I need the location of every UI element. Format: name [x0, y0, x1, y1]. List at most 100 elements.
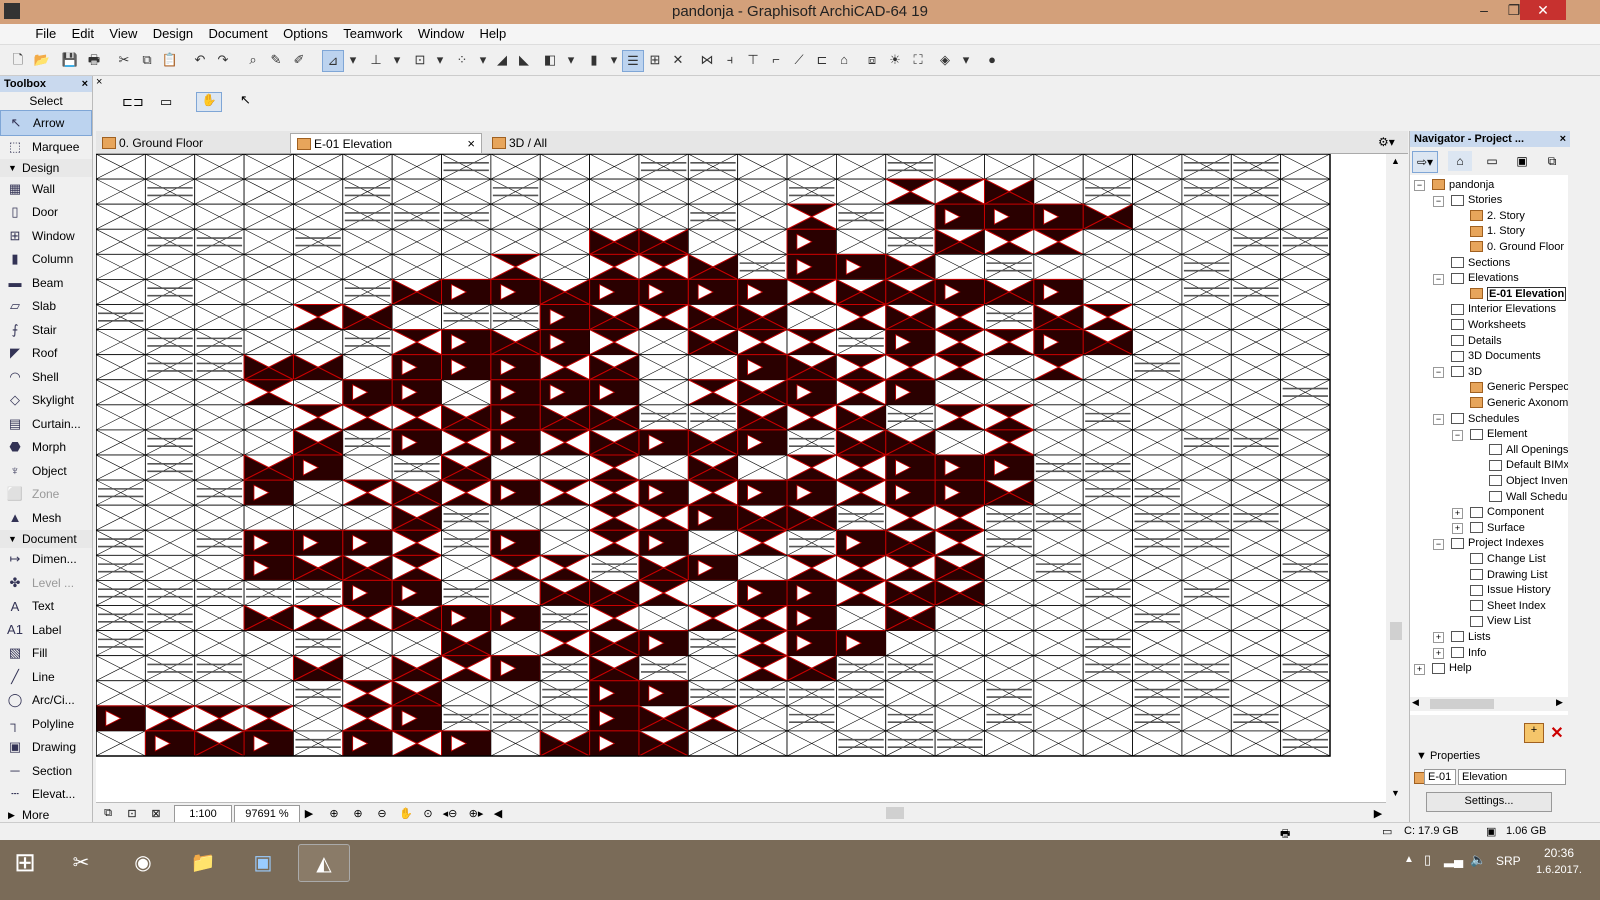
tree-node[interactable]: + Surface — [1452, 520, 1525, 535]
menu-design[interactable]: Design — [147, 24, 199, 43]
tree-node[interactable]: − pandonja — [1414, 177, 1494, 192]
tree-node[interactable]: − 3D — [1433, 364, 1482, 379]
zoom-out-icon[interactable]: ⊖ — [372, 805, 392, 821]
tree-node[interactable]: Sheet Index — [1470, 598, 1546, 613]
info-box-close-icon[interactable]: × — [96, 76, 102, 88]
tree-node[interactable]: Interior Elevations — [1451, 302, 1556, 317]
fillet-icon[interactable]: ⌐ — [766, 50, 786, 70]
adjust-icon[interactable]: ⫞ — [720, 50, 740, 70]
tree-collapse-icon[interactable]: − — [1433, 414, 1444, 425]
tool-stair[interactable]: ⨍ Stair — [0, 318, 92, 342]
network-icon[interactable]: ▂▄ — [1444, 852, 1463, 868]
scroll-down-icon[interactable]: ▼ — [1391, 788, 1400, 798]
eyedropper-icon[interactable]: ✎ — [266, 50, 286, 70]
minimize-button[interactable]: – — [1470, 0, 1498, 20]
zoom-area-icon[interactable]: ⊕ — [324, 805, 344, 821]
navigator-popup-icon[interactable]: ⇨▾ — [1412, 151, 1438, 173]
tab-ground-floor[interactable]: 0. Ground Floor — [96, 133, 288, 153]
tree-node[interactable]: Generic Axonom — [1470, 395, 1568, 410]
undo-icon[interactable]: ↶ — [190, 50, 210, 70]
power-icon[interactable]: ▯ — [1424, 852, 1431, 868]
scroll-up-icon[interactable]: ▲ — [1391, 156, 1400, 166]
dropdown-icon[interactable]: ▾ — [387, 50, 407, 70]
tree-node[interactable]: All Openings — [1489, 442, 1568, 457]
3d-explore-icon[interactable]: ⛶ — [908, 50, 928, 70]
tool-column[interactable]: ▮ Column — [0, 248, 92, 272]
fit-in-window-icon[interactable]: ⊙ — [418, 805, 438, 821]
pen-set-view-icon[interactable]: ⊠ — [146, 805, 166, 821]
dropdown-icon[interactable]: ▾ — [473, 50, 493, 70]
close-trace-icon[interactable]: ✕ — [668, 50, 688, 70]
tree-node[interactable]: − Element — [1452, 427, 1527, 442]
properties-toggle[interactable]: ▼ Properties — [1416, 750, 1480, 762]
pen-icon[interactable]: ◣ — [514, 50, 534, 70]
publisher-sets-icon[interactable]: ⧉ — [1540, 151, 1564, 171]
zoom-menu-icon[interactable]: ▶ — [302, 805, 316, 821]
archicad-taskbar-icon[interactable]: ◭ — [298, 844, 350, 882]
new-file-icon[interactable]: 🗋 — [8, 50, 28, 70]
model-view-icon[interactable]: ⊡ — [122, 805, 142, 821]
clock-date[interactable]: 1.6.2017. — [1536, 864, 1582, 876]
dropdown-icon[interactable]: ▾ — [430, 50, 450, 70]
windows-start-icon[interactable]: ⊞ — [2, 844, 48, 880]
tree-node[interactable]: + Component — [1452, 505, 1544, 520]
tool-mesh[interactable]: ▲ Mesh — [0, 506, 92, 530]
intersect-icon[interactable]: ⊤ — [743, 50, 763, 70]
open-file-icon[interactable]: 📂 — [32, 50, 52, 70]
navigator-close-icon[interactable]: × — [1560, 131, 1566, 147]
navigator-header[interactable]: Navigator - Project ... × — [1410, 131, 1570, 147]
pen-set-icon[interactable]: ▮ — [584, 50, 604, 70]
tool-line[interactable]: ╱ Line — [0, 665, 92, 689]
file-explorer-icon[interactable]: 📁 — [178, 844, 228, 880]
next-zoom-icon[interactable]: ⊕▸ — [466, 805, 486, 821]
toolbox-close-icon[interactable]: × — [82, 76, 88, 92]
tool-fill[interactable]: ▧ Fill — [0, 642, 92, 666]
view-id-field[interactable]: E-01 — [1424, 769, 1456, 785]
show-hidden-icons[interactable]: ▲ — [1404, 854, 1414, 865]
scroll-right-icon[interactable]: ▶ — [1372, 805, 1384, 821]
tree-node[interactable]: + Lists — [1433, 629, 1491, 644]
design-group[interactable]: ▼ Design — [0, 159, 92, 177]
save-icon[interactable]: 💾 — [60, 50, 80, 70]
tool-label[interactable]: A1 Label — [0, 618, 92, 642]
tree-collapse-icon[interactable]: − — [1433, 273, 1444, 285]
roof-trim-icon[interactable]: ⌂ — [834, 50, 854, 70]
tool-beam[interactable]: ▬ Beam — [0, 271, 92, 295]
tool-marquee[interactable]: ⬚ Marquee — [0, 136, 92, 160]
arrow-pointer-icon[interactable]: ↖ — [240, 92, 251, 108]
new-folder-icon[interactable]: + — [1524, 723, 1544, 743]
tree-collapse-icon[interactable]: − — [1433, 538, 1444, 550]
pan-icon[interactable]: ✋ — [396, 805, 416, 821]
tool-curtain-wall[interactable]: ▤ Curtain... — [0, 412, 92, 436]
elevation-canvas[interactable] — [96, 154, 1386, 802]
teamwork-icon[interactable]: ● — [982, 50, 1002, 70]
tool-slab[interactable]: ▱ Slab — [0, 295, 92, 319]
tree-node[interactable]: 1. Story — [1470, 224, 1525, 239]
menu-teamwork[interactable]: Teamwork — [337, 24, 408, 43]
tool-elevation[interactable]: ┄ Elevat... — [0, 783, 92, 807]
tree-expand-icon[interactable]: + — [1452, 523, 1463, 535]
3d-view-icon[interactable]: ⧈ — [862, 50, 882, 70]
tree-node[interactable]: − Stories — [1433, 193, 1502, 208]
tool-door[interactable]: ▯ Door — [0, 201, 92, 225]
eraser-icon[interactable]: ◢ — [492, 50, 512, 70]
3d-cutaway-icon[interactable]: ☀ — [885, 50, 905, 70]
zoom-in-icon[interactable]: ⊕ — [348, 805, 368, 821]
tree-node[interactable]: 2. Story — [1470, 208, 1525, 223]
tree-node[interactable]: Drawing List — [1470, 567, 1548, 582]
tool-morph[interactable]: ⬣ Morph — [0, 436, 92, 460]
tree-expand-icon[interactable]: + — [1414, 663, 1425, 675]
tree-node[interactable]: + Info — [1433, 645, 1486, 660]
close-button[interactable]: ✕ — [1520, 0, 1566, 20]
print-icon[interactable]: 🖶 — [84, 50, 104, 70]
tree-expand-icon[interactable]: + — [1433, 648, 1444, 659]
tree-node[interactable]: E-01 Elevation — [1470, 286, 1567, 301]
language-indicator[interactable]: SRP — [1496, 854, 1521, 868]
tree-scroll-thumb[interactable] — [1430, 699, 1494, 709]
tree-horizontal-scrollbar[interactable]: ◀ ▶ — [1410, 697, 1568, 711]
offset-icon[interactable]: ⟋ — [789, 50, 809, 70]
tool-window[interactable]: ⊞ Window — [0, 224, 92, 248]
document-menu-icon[interactable] — [0, 34, 26, 38]
clock-time[interactable]: 20:36 — [1544, 846, 1574, 860]
tool-polyline[interactable]: ┐ Polyline — [0, 712, 92, 736]
